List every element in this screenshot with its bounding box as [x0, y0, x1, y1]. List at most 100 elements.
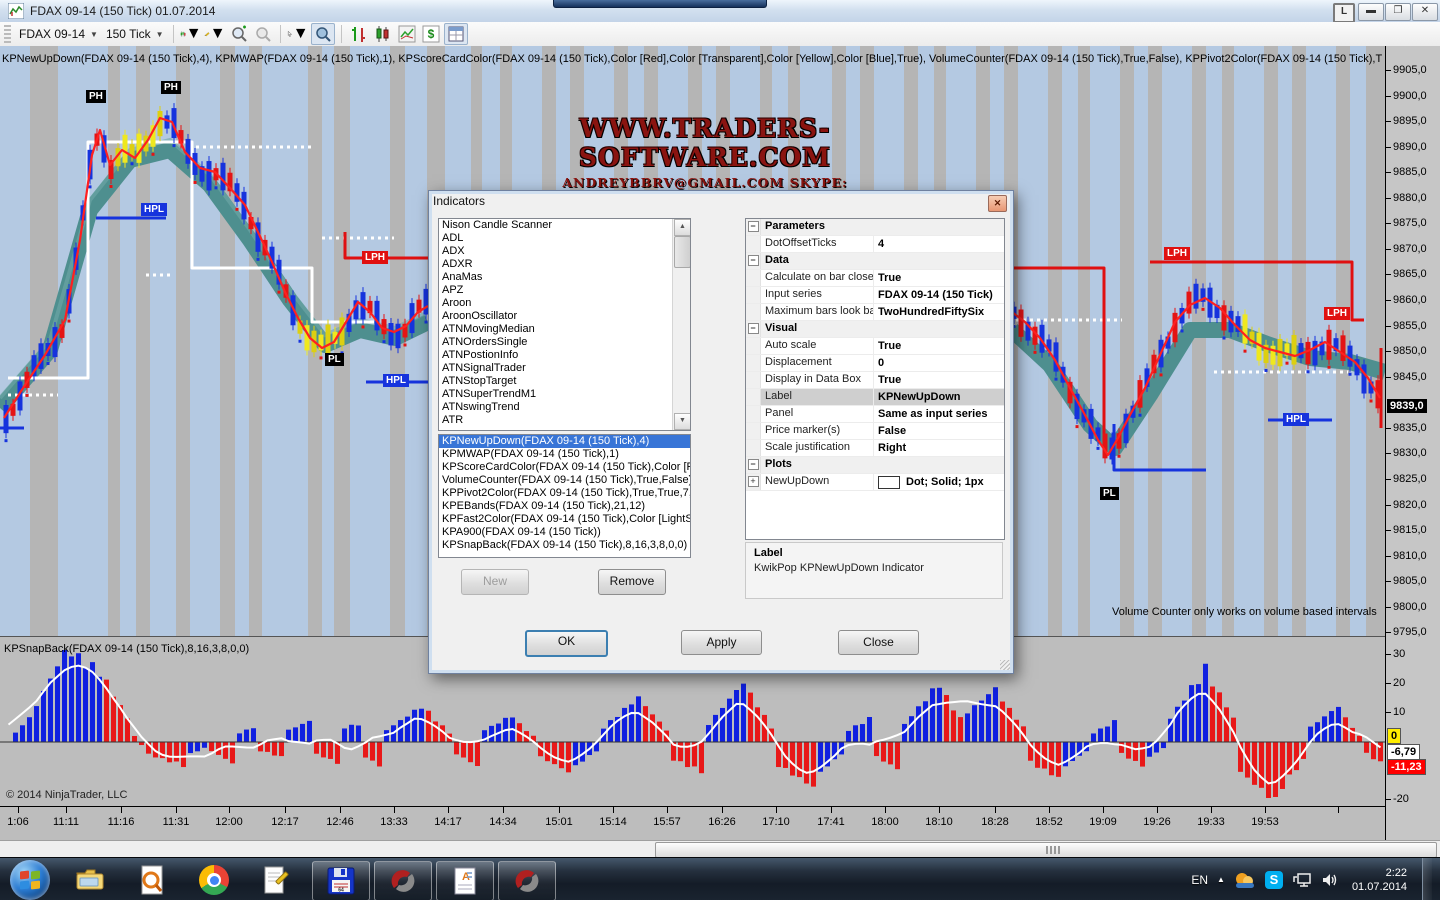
property-value[interactable]: True: [874, 338, 1004, 354]
bar-chart-button[interactable]: [348, 24, 370, 44]
ok-button[interactable]: OK: [525, 630, 608, 657]
taskbar-document-a[interactable]: A: [436, 861, 494, 900]
property-row[interactable]: DotOffsetTicks4: [746, 236, 1004, 253]
selected-indicator-item[interactable]: KPEBands(FDAX 09-14 (150 Tick),21,12): [439, 500, 690, 513]
new-button[interactable]: New: [461, 569, 529, 595]
property-row[interactable]: Input seriesFDAX 09-14 (150 Tick): [746, 287, 1004, 304]
property-value[interactable]: Dot; Solid; 1px: [874, 474, 1004, 490]
resize-grip[interactable]: [1000, 660, 1010, 670]
available-indicator-item[interactable]: ATNswingTrend: [439, 401, 690, 414]
show-desktop-button[interactable]: [1422, 858, 1432, 900]
property-value[interactable]: TwoHundredFiftySix: [874, 304, 1004, 320]
property-grid[interactable]: −ParametersDotOffsetTicks4−DataCalculate…: [745, 218, 1005, 540]
minimize-button[interactable]: ▬: [1358, 3, 1384, 21]
start-button[interactable]: [10, 860, 50, 900]
available-indicator-item[interactable]: ATNMovingMedian: [439, 323, 690, 336]
property-value[interactable]: True: [874, 270, 1004, 286]
available-indicators-list[interactable]: Nison Candle ScannerADLADXADXRAnaMasAPZA…: [438, 218, 691, 431]
property-value[interactable]: 4: [874, 236, 1004, 252]
horizontal-scrollbar[interactable]: [0, 840, 1440, 858]
property-row[interactable]: Scale justificationRight: [746, 440, 1004, 457]
collapse-icon[interactable]: −: [746, 321, 761, 337]
skype-icon[interactable]: S: [1265, 871, 1283, 889]
dialog-close-action-button[interactable]: Close: [838, 630, 919, 655]
list-scrollbar[interactable]: ▲ ▼: [672, 219, 690, 430]
available-indicator-item[interactable]: ADX: [439, 245, 690, 258]
selected-indicator-item[interactable]: KPFast2Color(FDAX 09-14 (150 Tick),Color…: [439, 513, 690, 526]
selected-indicators-list[interactable]: KPNewUpDown(FDAX 09-14 (150 Tick),4)KPMW…: [438, 434, 691, 558]
zoom-out-button[interactable]: [252, 24, 274, 44]
taskbar-floppy-app[interactable]: 64: [312, 861, 370, 900]
remove-button[interactable]: Remove: [598, 569, 666, 595]
property-value[interactable]: False: [874, 423, 1004, 439]
cloud-weather-icon[interactable]: [1234, 871, 1256, 889]
taskbar-search[interactable]: [132, 861, 172, 899]
selected-indicator-item[interactable]: KPSnapBack(FDAX 09-14 (150 Tick),8,16,3,…: [439, 539, 690, 552]
scroll-down-button[interactable]: ▼: [674, 413, 691, 430]
candle-chart-button[interactable]: [372, 24, 394, 44]
available-indicator-item[interactable]: ATNPostionInfo: [439, 349, 690, 362]
property-value[interactable]: KPNewUpDown: [874, 389, 1004, 405]
available-indicator-item[interactable]: APZ: [439, 284, 690, 297]
zoom-in-button[interactable]: [228, 24, 250, 44]
property-row[interactable]: Displacement0: [746, 355, 1004, 372]
selected-indicator-item[interactable]: KPScoreCardColor(FDAX 09-14 (150 Tick),C…: [439, 461, 690, 474]
property-group-plots[interactable]: −Plots: [746, 457, 1004, 474]
link-button[interactable]: L: [1333, 3, 1355, 23]
language-indicator[interactable]: EN: [1191, 873, 1208, 887]
property-row[interactable]: Maximum bars look backTwoHundredFiftySix: [746, 304, 1004, 321]
time-axis[interactable]: 1:0611:1111:1611:3112:0012:1712:4613:331…: [0, 806, 1440, 841]
speaker-icon[interactable]: [1321, 872, 1339, 888]
zoom-region-button[interactable]: [311, 23, 335, 45]
scrollbar-thumb[interactable]: [655, 842, 1437, 858]
instrument-selector[interactable]: FDAX 09-14▼: [15, 24, 102, 44]
property-value[interactable]: Same as input series: [874, 406, 1004, 422]
property-group-data[interactable]: −Data: [746, 253, 1004, 270]
property-row[interactable]: PanelSame as input series: [746, 406, 1004, 423]
collapse-icon[interactable]: −: [746, 219, 761, 235]
property-group-parameters[interactable]: −Parameters: [746, 219, 1004, 236]
expand-icon[interactable]: +: [746, 474, 761, 490]
taskbar-ninjatrader[interactable]: [374, 861, 432, 900]
available-indicator-item[interactable]: AnaMas: [439, 271, 690, 284]
drawing-tools-button[interactable]: ▼: [204, 24, 226, 44]
taskbar-clock[interactable]: 2:22 01.07.2014: [1352, 866, 1407, 894]
restore-button[interactable]: ❐: [1385, 3, 1411, 21]
property-row[interactable]: LabelKPNewUpDown: [746, 389, 1004, 406]
available-indicator-item[interactable]: ATR: [439, 414, 690, 427]
selected-indicator-item[interactable]: KPNewUpDown(FDAX 09-14 (150 Tick),4): [439, 435, 690, 448]
available-indicator-item[interactable]: Aroon: [439, 297, 690, 310]
taskbar-ninjatrader-2[interactable]: [498, 861, 556, 900]
account-data-button[interactable]: $: [420, 24, 442, 44]
scroll-thumb[interactable]: [674, 236, 691, 268]
property-row[interactable]: Price marker(s)False: [746, 423, 1004, 440]
available-indicator-item[interactable]: ATNSuperTrendM1: [439, 388, 690, 401]
cursor-tool-button[interactable]: ▼: [287, 24, 309, 44]
scroll-up-button[interactable]: ▲: [674, 219, 691, 236]
available-indicator-item[interactable]: Nison Candle Scanner: [439, 219, 690, 232]
taskbar-chrome[interactable]: [194, 861, 234, 899]
tray-expand-icon[interactable]: ▲: [1217, 875, 1225, 884]
available-indicator-item[interactable]: ATNStopTarget: [439, 375, 690, 388]
property-value[interactable]: FDAX 09-14 (150 Tick): [874, 287, 1004, 303]
interval-selector[interactable]: 150 Tick▼: [102, 24, 168, 44]
chart-style-button[interactable]: ▼: [180, 24, 202, 44]
price-axis[interactable]: 9905,09900,09895,09890,09885,09880,09875…: [1385, 46, 1440, 840]
available-indicator-item[interactable]: ATNSignalTrader: [439, 362, 690, 375]
taskbar-explorer[interactable]: [70, 861, 110, 899]
property-value[interactable]: True: [874, 372, 1004, 388]
selected-indicator-item[interactable]: VolumeCounter(FDAX 09-14 (150 Tick),True…: [439, 474, 690, 487]
selected-indicator-item[interactable]: KPPivot2Color(FDAX 09-14 (150 Tick),True…: [439, 487, 690, 500]
property-row[interactable]: +NewUpDownDot; Solid; 1px: [746, 474, 1004, 491]
collapse-icon[interactable]: −: [746, 253, 761, 269]
data-box-button[interactable]: [444, 23, 468, 45]
toolbar-grip[interactable]: [4, 25, 11, 43]
line-chart-button[interactable]: [396, 24, 418, 44]
property-row[interactable]: Calculate on bar closeTrue: [746, 270, 1004, 287]
selected-indicator-item[interactable]: KPMWAP(FDAX 09-14 (150 Tick),1): [439, 448, 690, 461]
close-button[interactable]: ✕: [1412, 3, 1438, 21]
background-window-edge[interactable]: [553, 0, 767, 8]
apply-button[interactable]: Apply: [681, 630, 762, 655]
available-indicator-item[interactable]: AroonOscillator: [439, 310, 690, 323]
available-indicator-item[interactable]: ADL: [439, 232, 690, 245]
